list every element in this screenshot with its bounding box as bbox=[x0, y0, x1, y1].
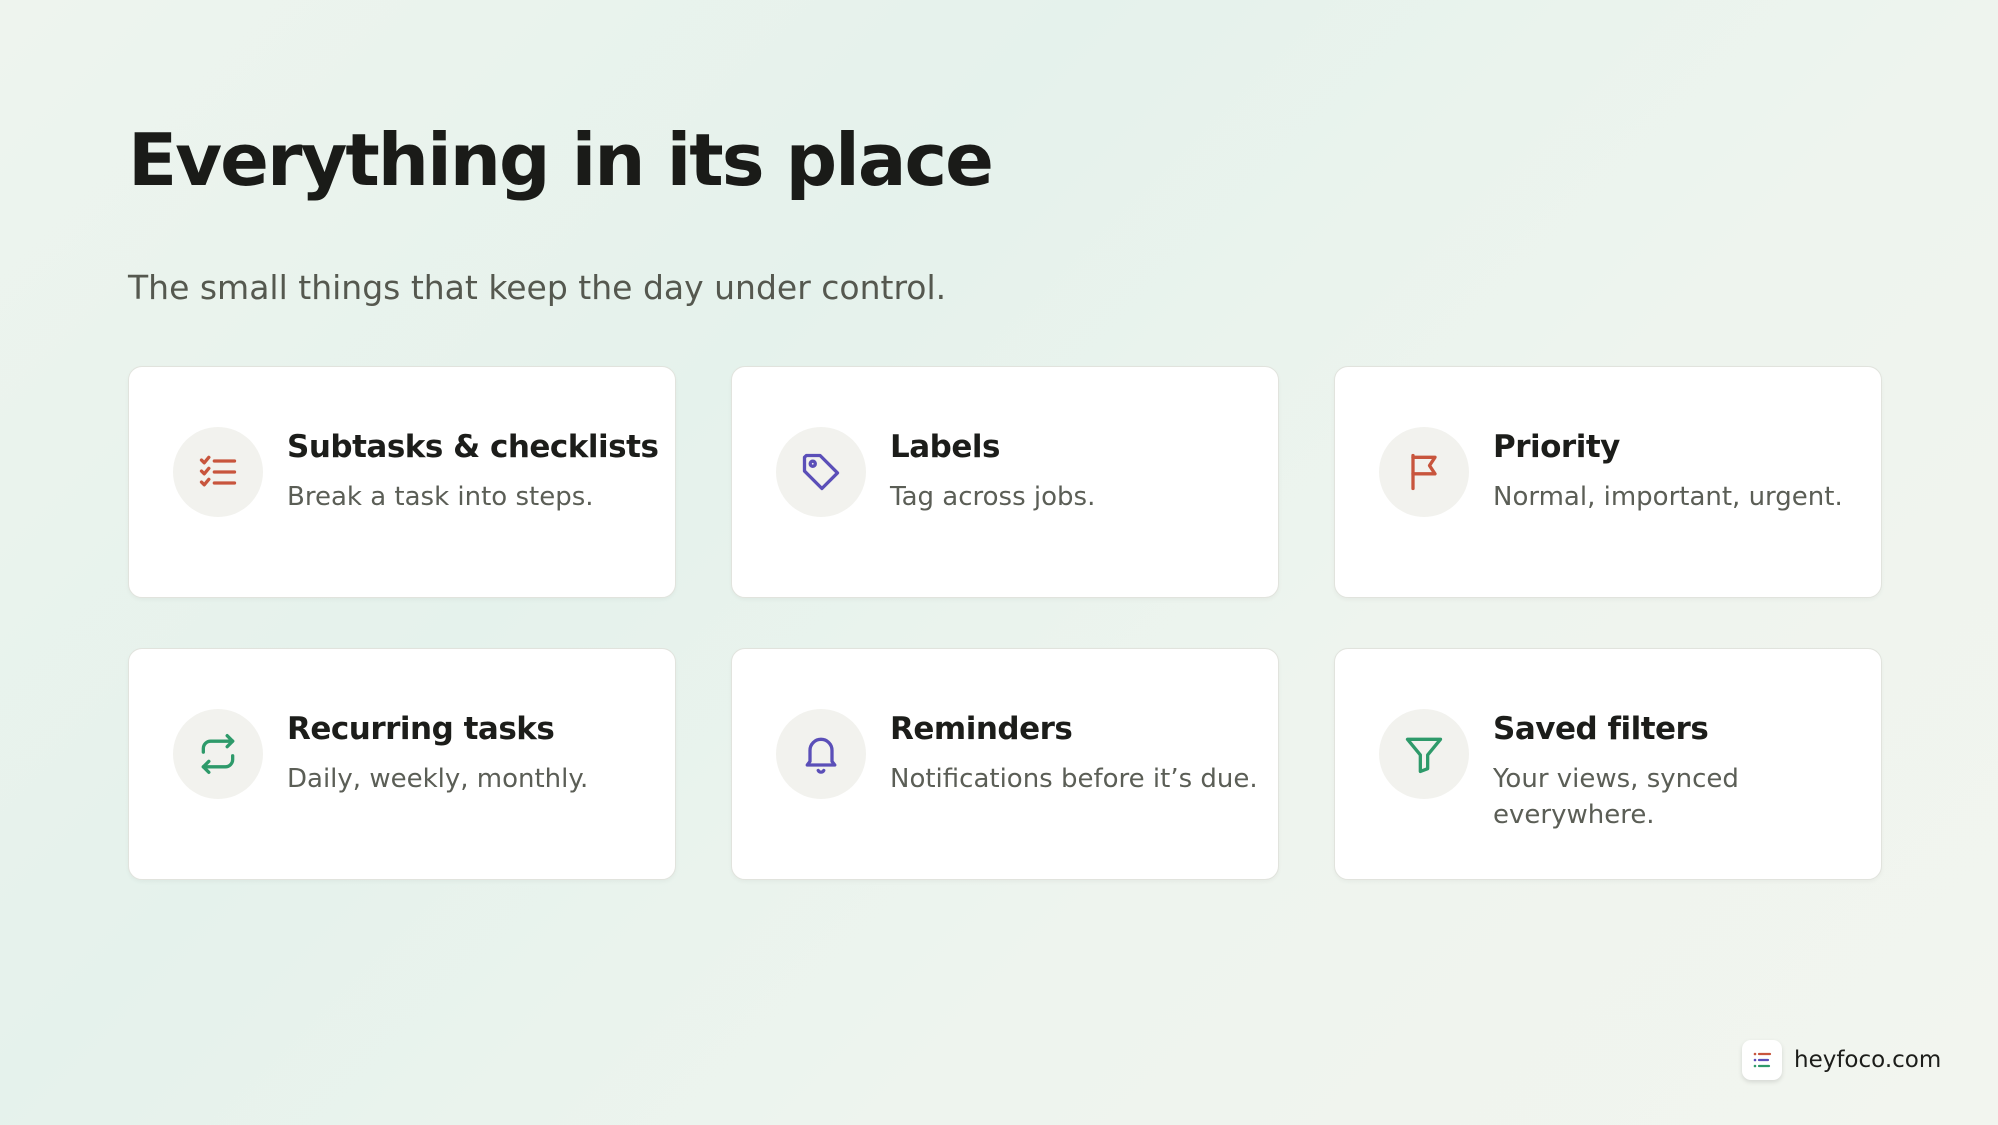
tag-icon bbox=[776, 427, 866, 517]
list-logo-icon bbox=[1742, 1040, 1782, 1080]
feature-title: Reminders bbox=[890, 711, 1073, 747]
feature-title: Saved filters bbox=[1493, 711, 1709, 747]
feature-description: Break a task into steps. bbox=[287, 482, 594, 512]
feature-card-recurring: Recurring tasks Daily, weekly, monthly. bbox=[128, 648, 676, 880]
feature-grid: Subtasks & checklists Break a task into … bbox=[128, 366, 1882, 880]
brand-footer[interactable]: heyfoco.com bbox=[1742, 1040, 1941, 1080]
page-subtitle: The small things that keep the day under… bbox=[128, 268, 947, 307]
feature-description: Daily, weekly, monthly. bbox=[287, 764, 589, 794]
feature-card-subtasks: Subtasks & checklists Break a task into … bbox=[128, 366, 676, 598]
feature-card-labels: Labels Tag across jobs. bbox=[731, 366, 1279, 598]
brand-url[interactable]: heyfoco.com bbox=[1794, 1047, 1941, 1073]
flag-icon bbox=[1379, 427, 1469, 517]
feature-card-saved-filters: Saved filters Your views, synced everywh… bbox=[1334, 648, 1882, 880]
feature-description: Tag across jobs. bbox=[890, 482, 1096, 512]
feature-title: Recurring tasks bbox=[287, 711, 555, 747]
page-title: Everything in its place bbox=[128, 118, 994, 202]
feature-title: Subtasks & checklists bbox=[287, 429, 659, 465]
checklist-icon bbox=[173, 427, 263, 517]
repeat-icon bbox=[173, 709, 263, 799]
bell-icon bbox=[776, 709, 866, 799]
feature-card-priority: Priority Normal, important, urgent. bbox=[1334, 366, 1882, 598]
feature-title: Priority bbox=[1493, 429, 1620, 465]
feature-description: Normal, important, urgent. bbox=[1493, 482, 1843, 512]
filter-icon bbox=[1379, 709, 1469, 799]
feature-description: Your views, synced everywhere. bbox=[1493, 764, 1739, 830]
feature-card-reminders: Reminders Notifications before it’s due. bbox=[731, 648, 1279, 880]
feature-description: Notifications before it’s due. bbox=[890, 764, 1258, 794]
feature-title: Labels bbox=[890, 429, 1000, 465]
